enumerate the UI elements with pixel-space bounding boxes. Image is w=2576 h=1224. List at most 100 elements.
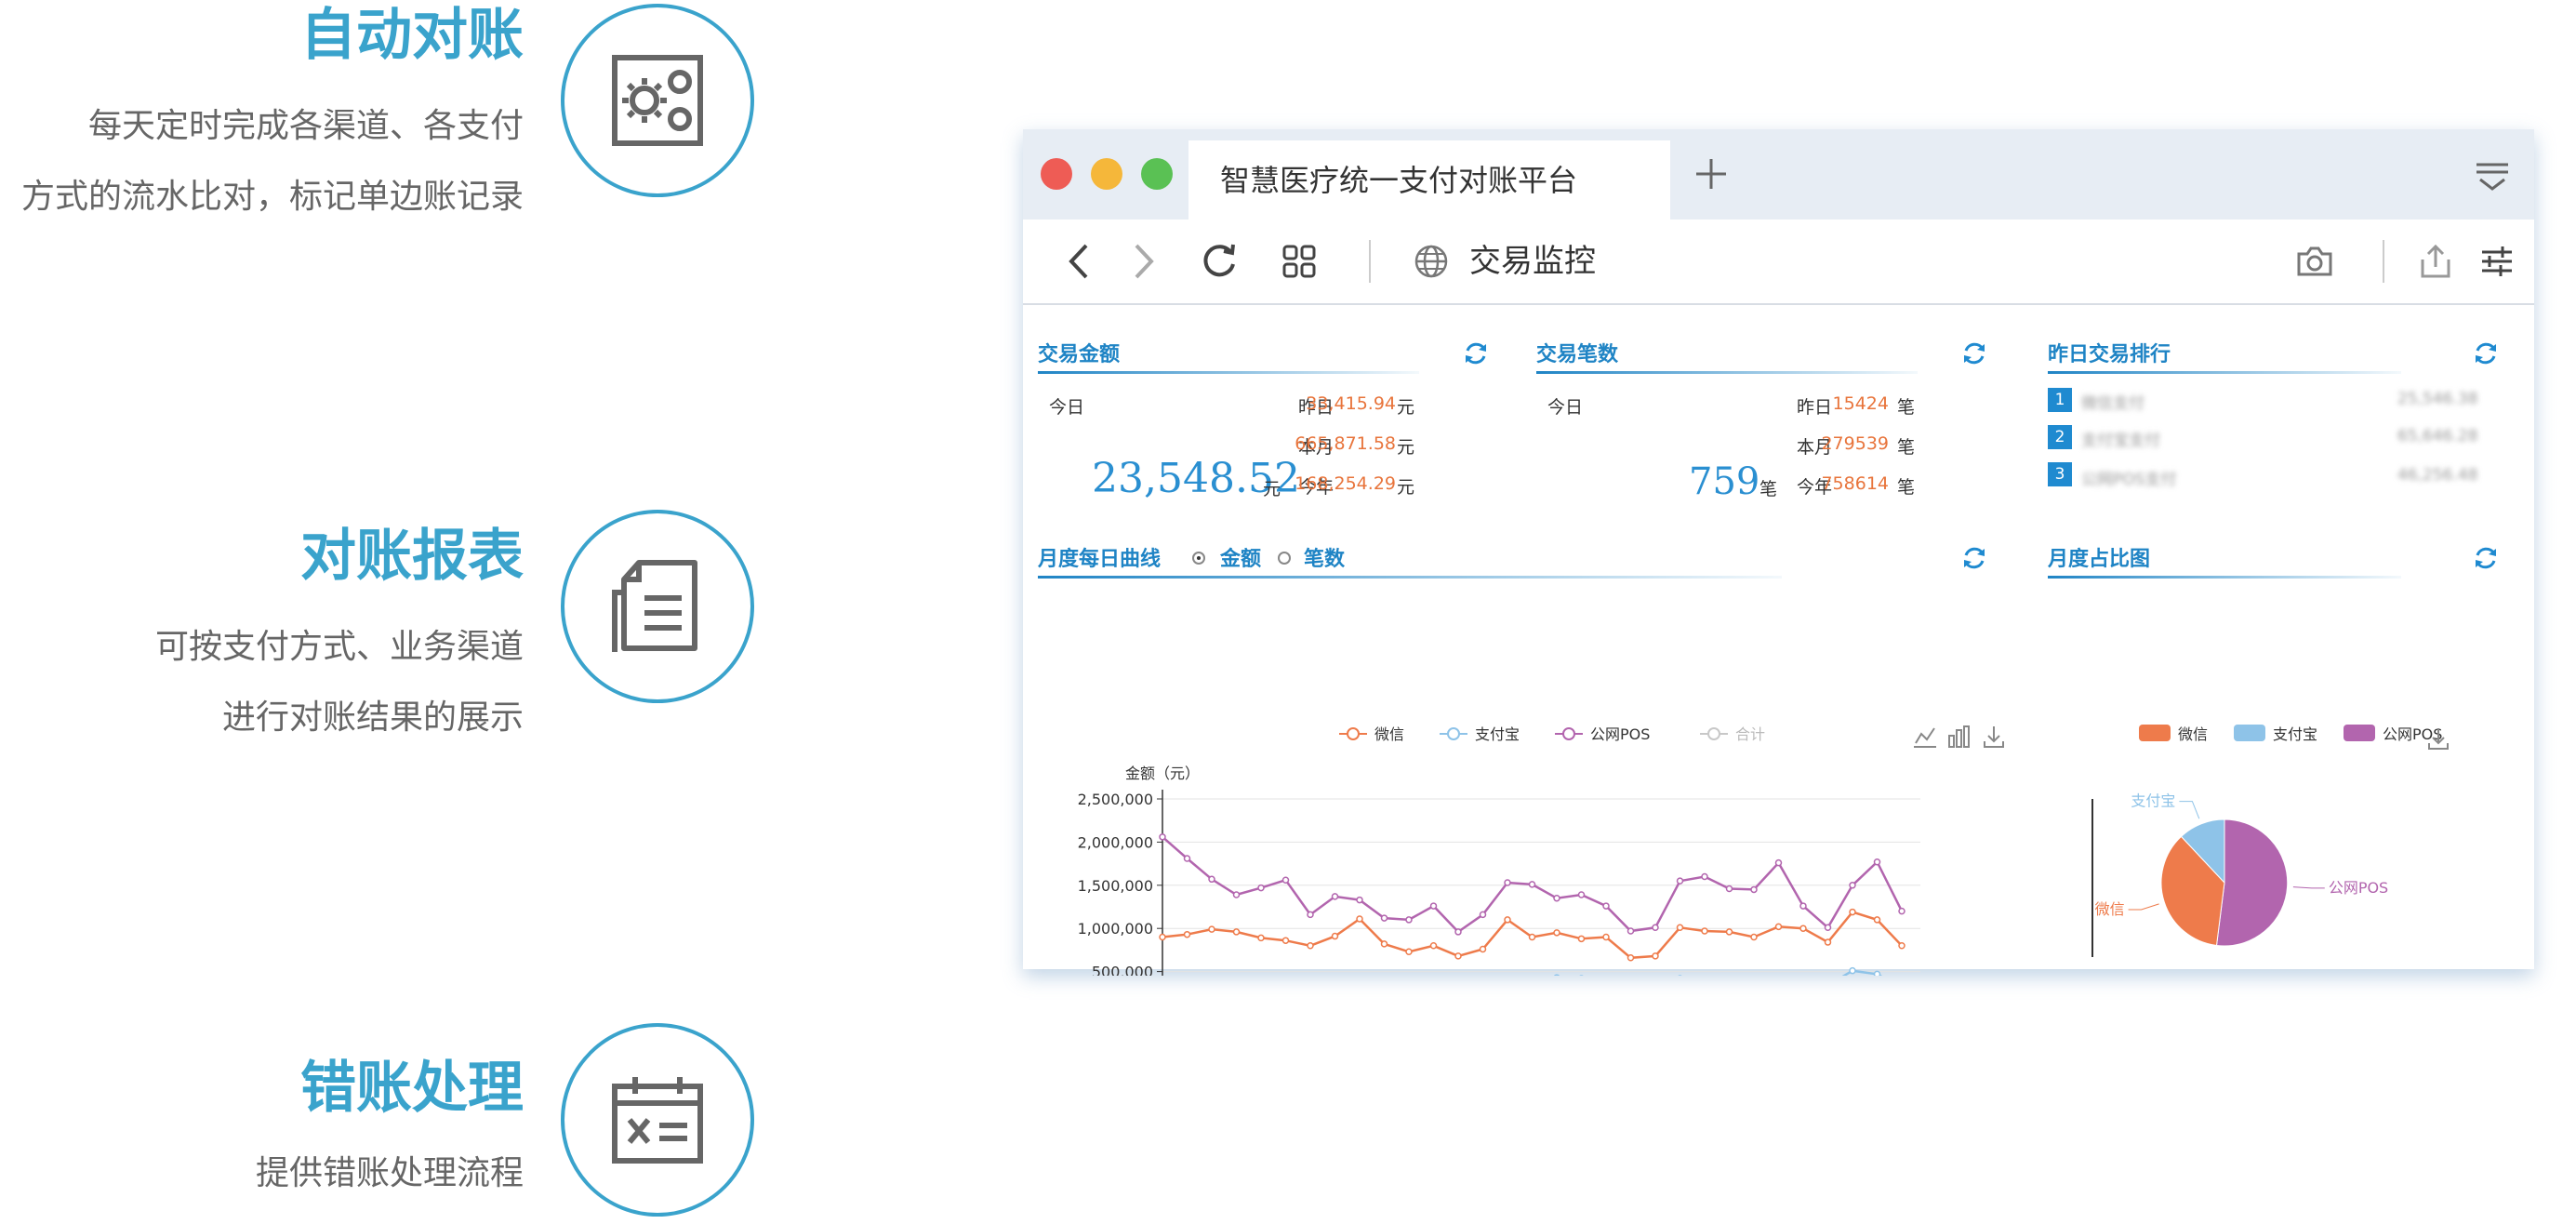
data-point xyxy=(1307,911,1314,919)
data-point xyxy=(1799,902,1807,910)
data-point xyxy=(1750,933,1758,941)
row-value: 279539 xyxy=(1821,433,1889,454)
line-type-icon xyxy=(1915,727,1935,744)
row-value: 33,415.94 xyxy=(1306,393,1396,414)
data-point xyxy=(1429,942,1438,950)
radio-count-label[interactable]: 笔数 xyxy=(1304,542,1345,572)
today-count-unit: 笔 xyxy=(1759,479,1778,499)
bar-type-icon xyxy=(1963,725,1970,748)
data-point xyxy=(1504,916,1511,924)
pie-slice-公网POS xyxy=(2215,818,2289,947)
rank-panel-title: 昨日交易排行 xyxy=(2048,343,2171,366)
radio-amount-label[interactable]: 金额 xyxy=(1220,542,1261,572)
row-unit: 笔 xyxy=(1897,397,1916,418)
toolbar-divider xyxy=(2383,240,2384,283)
rank-item-value: 46,256.48 xyxy=(2397,466,2478,485)
grid-apps-icon[interactable] xyxy=(1280,242,1319,281)
data-point xyxy=(1701,872,1708,881)
y-tick-label: 1,500,000 xyxy=(1078,877,1153,895)
rank-item-name: 微信支付 xyxy=(2081,394,2144,413)
legend-swatch xyxy=(2344,725,2375,741)
radio-amount[interactable] xyxy=(1192,552,1205,565)
legend-marker xyxy=(1562,727,1575,740)
maximize-window-button[interactable] xyxy=(1141,158,1173,190)
data-point xyxy=(1602,933,1610,941)
legend-label: 微信 xyxy=(1374,725,1404,743)
data-point xyxy=(1504,879,1511,886)
data-point xyxy=(1405,916,1413,924)
data-point xyxy=(1232,891,1241,898)
refresh-icon[interactable] xyxy=(2472,339,2500,367)
today-label: 今日 xyxy=(1547,397,1584,418)
address-bar-text[interactable]: 交易监控 xyxy=(1469,238,1596,285)
forward-arrow-icon[interactable] xyxy=(1125,240,1162,283)
legend-swatch xyxy=(2234,725,2265,741)
refresh-icon[interactable] xyxy=(1462,339,1490,367)
toolbar-divider xyxy=(1369,240,1371,283)
reload-icon[interactable] xyxy=(1198,240,1241,283)
feature-title: 对账报表 xyxy=(300,524,524,589)
data-point xyxy=(1602,902,1610,910)
legend-label: 公网POS xyxy=(2383,725,2442,743)
tab-active[interactable]: 智慧医疗统一支付对账平台 xyxy=(1188,140,1670,220)
close-window-button[interactable] xyxy=(1041,158,1072,190)
data-point xyxy=(1824,924,1832,932)
data-point xyxy=(1824,938,1832,946)
refresh-icon[interactable] xyxy=(1960,339,1988,367)
data-point xyxy=(1553,974,1560,976)
data-point xyxy=(1849,882,1856,889)
radio-count[interactable] xyxy=(1278,552,1291,565)
data-point xyxy=(1873,916,1881,924)
pie-label: 公网POS xyxy=(2329,879,2388,897)
pie-label-line xyxy=(2128,903,2159,911)
y-tick-label: 1,000,000 xyxy=(1078,920,1153,938)
settings-sliders-icon[interactable] xyxy=(2476,240,2518,283)
data-point xyxy=(1799,925,1807,932)
title-underline xyxy=(1038,371,1419,374)
tab-menu-icon[interactable] xyxy=(2474,157,2511,194)
title-underline xyxy=(2048,371,2401,374)
feature-title: 自动对账 xyxy=(300,3,524,68)
data-point xyxy=(1281,876,1290,884)
data-point xyxy=(1676,877,1684,885)
data-point xyxy=(1257,934,1265,942)
data-point xyxy=(1528,881,1536,888)
data-point xyxy=(1159,933,1166,941)
title-underline xyxy=(1038,576,1782,579)
minimize-window-button[interactable] xyxy=(1091,158,1122,190)
data-point xyxy=(1356,915,1363,923)
rank-badge: 1 xyxy=(2048,388,2072,412)
new-tab-plus-icon[interactable] xyxy=(1693,155,1730,193)
share-icon[interactable] xyxy=(2414,240,2457,283)
refresh-icon[interactable] xyxy=(1960,544,1988,572)
data-point xyxy=(1577,891,1586,898)
data-point xyxy=(1627,927,1635,935)
data-point xyxy=(1553,929,1560,937)
data-point xyxy=(1331,893,1339,900)
row-unit: 元 xyxy=(1397,397,1415,418)
feature-report: 对账报表 可按支付方式、业务渠道 进行对账结果的展示 xyxy=(155,528,524,753)
feature-desc-line: 提供错账处理流程 xyxy=(255,1154,524,1192)
data-point xyxy=(1553,894,1560,902)
row-unit: 笔 xyxy=(1897,437,1916,458)
data-point xyxy=(1454,952,1462,960)
data-point xyxy=(1652,924,1659,932)
bar-type-icon xyxy=(1956,729,1962,748)
legend-marker xyxy=(1347,727,1360,740)
globe-icon xyxy=(1412,242,1451,281)
data-point xyxy=(1183,930,1191,938)
browser-toolbar: 交易监控 xyxy=(1023,220,2534,305)
camera-icon[interactable] xyxy=(2293,242,2336,281)
tab-title: 智慧医疗统一支付对账平台 xyxy=(1220,163,1578,198)
legend-label: 合计 xyxy=(1735,725,1765,743)
legend-label: 公网POS xyxy=(1590,725,1650,743)
data-point xyxy=(1577,935,1586,943)
series-微信 xyxy=(1159,908,1905,962)
browser-window: 智慧医疗统一支付对账平台 交易监控 交易金额 今日 23,548.52 元 昨日… xyxy=(1023,129,2534,976)
back-arrow-icon[interactable] xyxy=(1060,240,1097,283)
refresh-icon[interactable] xyxy=(2472,544,2500,572)
today-amount-unit: 元 xyxy=(1263,479,1281,499)
data-point xyxy=(1725,885,1733,893)
pie-label-line xyxy=(2179,801,2200,819)
pie-label: 微信 xyxy=(2095,900,2125,918)
